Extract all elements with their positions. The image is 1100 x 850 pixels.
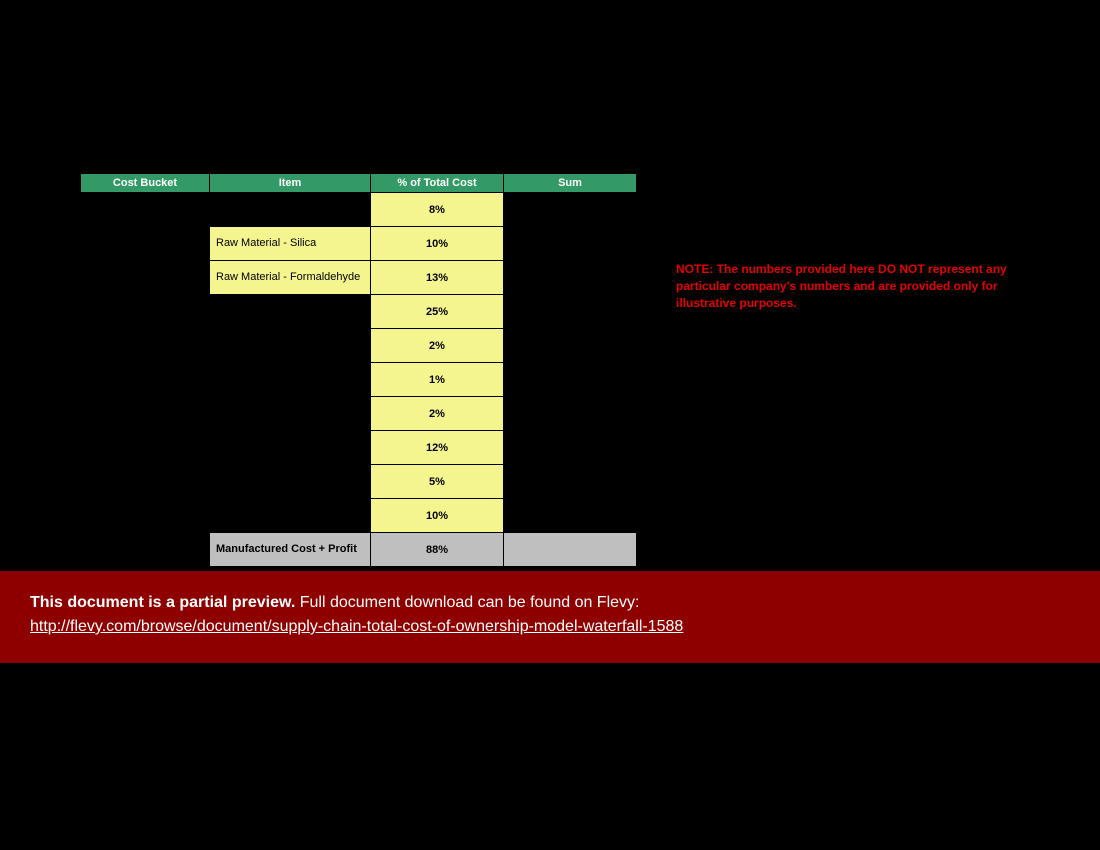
banner-line1: This document is a partial preview. Full…	[30, 591, 1070, 615]
cell-blank	[504, 329, 637, 363]
cell-blank	[81, 363, 210, 397]
table-row: Raw Material - Formaldehyde 13%	[81, 261, 637, 295]
cell-item: Raw Material - Silica	[210, 227, 371, 261]
cell-pct: 1%	[371, 363, 504, 397]
cell-blank	[81, 499, 210, 533]
cell-blank	[81, 329, 210, 363]
cell-blank	[81, 533, 210, 567]
cell-item: Raw Material - Formaldehyde	[210, 261, 371, 295]
cell-item	[210, 329, 371, 363]
cell-blank	[504, 499, 637, 533]
col-header-item: Item	[210, 174, 371, 193]
cell-blank	[504, 295, 637, 329]
cell-item	[210, 397, 371, 431]
cell-pct: 5%	[371, 465, 504, 499]
cell-blank	[81, 227, 210, 261]
table-row: 25%	[81, 295, 637, 329]
banner-link[interactable]: http://flevy.com/browse/document/supply-…	[30, 618, 683, 635]
table-row: 1%	[81, 363, 637, 397]
preview-banner: This document is a partial preview. Full…	[0, 571, 1100, 663]
cell-pct: 10%	[371, 227, 504, 261]
cell-blank	[81, 261, 210, 295]
banner-rest: Full document download can be found on F…	[295, 594, 639, 611]
cell-blank	[504, 431, 637, 465]
cost-table: Cost Bucket Item % of Total Cost Sum 8% …	[80, 173, 637, 567]
cell-pct: 2%	[371, 329, 504, 363]
col-header-pct: % of Total Cost	[371, 174, 504, 193]
banner-lead: This document is a partial preview.	[30, 594, 295, 611]
col-header-cost-bucket: Cost Bucket	[81, 174, 210, 193]
table-row: 2%	[81, 397, 637, 431]
cell-pct: 2%	[371, 397, 504, 431]
cell-blank	[504, 465, 637, 499]
cell-blank	[81, 295, 210, 329]
cell-pct: 13%	[371, 261, 504, 295]
cell-blank	[504, 397, 637, 431]
subtotal-pct: 88%	[371, 533, 504, 567]
cell-item	[210, 465, 371, 499]
table-row: 12%	[81, 431, 637, 465]
cell-blank	[504, 193, 637, 227]
table-row: 2%	[81, 329, 637, 363]
cell-blank	[81, 431, 210, 465]
cell-blank	[504, 363, 637, 397]
cell-item	[210, 193, 371, 227]
cell-blank	[81, 193, 210, 227]
table-row: Raw Material - Silica 10%	[81, 227, 637, 261]
cell-pct: 25%	[371, 295, 504, 329]
col-header-sum: Sum	[504, 174, 637, 193]
cost-table-body: 8% Raw Material - Silica 10% Raw Materia…	[81, 193, 637, 567]
disclaimer-note: NOTE: The numbers provided here DO NOT r…	[676, 261, 1036, 311]
cell-blank	[504, 261, 637, 295]
table-row: 5%	[81, 465, 637, 499]
cell-pct: 10%	[371, 499, 504, 533]
subtotal-sum	[504, 533, 637, 567]
subtotal-row: Manufactured Cost + Profit 88%	[81, 533, 637, 567]
cell-item	[210, 295, 371, 329]
cell-pct: 8%	[371, 193, 504, 227]
subtotal-label: Manufactured Cost + Profit	[210, 533, 371, 567]
cost-table-container: Cost Bucket Item % of Total Cost Sum 8% …	[80, 173, 637, 567]
cell-blank	[81, 397, 210, 431]
cell-blank	[81, 465, 210, 499]
cell-blank	[504, 227, 637, 261]
cell-item	[210, 499, 371, 533]
table-row: 8%	[81, 193, 637, 227]
cell-item	[210, 363, 371, 397]
cell-item	[210, 431, 371, 465]
table-row: 10%	[81, 499, 637, 533]
cell-pct: 12%	[371, 431, 504, 465]
